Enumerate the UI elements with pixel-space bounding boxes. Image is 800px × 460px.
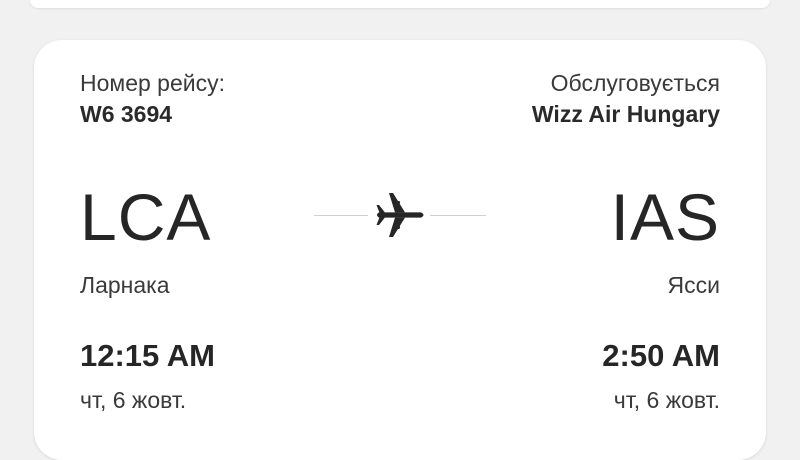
time-row: 12:15 AM 2:50 AM xyxy=(80,338,720,374)
flight-number-label: Номер рейсу: xyxy=(80,70,226,96)
flight-number: W6 3694 xyxy=(80,101,173,127)
departure-date: чт, 6 жовт. xyxy=(80,387,187,413)
date-row: чт, 6 жовт. чт, 6 жовт. xyxy=(80,385,720,415)
flight-info-row: Номер рейсу: W6 3694 Обслуговується Wizz… xyxy=(80,68,720,130)
departure-code: LCA xyxy=(80,180,212,254)
arrival-city: Ясси xyxy=(667,272,720,298)
arrival-time: 2:50 AM xyxy=(602,338,720,373)
flight-number-block: Номер рейсу: W6 3694 xyxy=(80,68,225,130)
arrival-date: чт, 6 жовт. xyxy=(613,387,720,413)
operator-block: Обслуговується Wizz Air Hungary xyxy=(532,68,720,130)
previous-card-edge xyxy=(30,0,770,8)
arrival-code: IAS xyxy=(610,180,720,254)
flight-details-card: Номер рейсу: W6 3694 Обслуговується Wizz… xyxy=(34,40,766,460)
city-row: Ларнака Ясси xyxy=(80,270,720,300)
airplane-icon xyxy=(368,186,430,244)
departure-city: Ларнака xyxy=(80,272,170,298)
operator-name: Wizz Air Hungary xyxy=(531,101,720,127)
departure-time: 12:15 AM xyxy=(80,338,215,373)
operator-label: Обслуговується xyxy=(550,70,720,96)
